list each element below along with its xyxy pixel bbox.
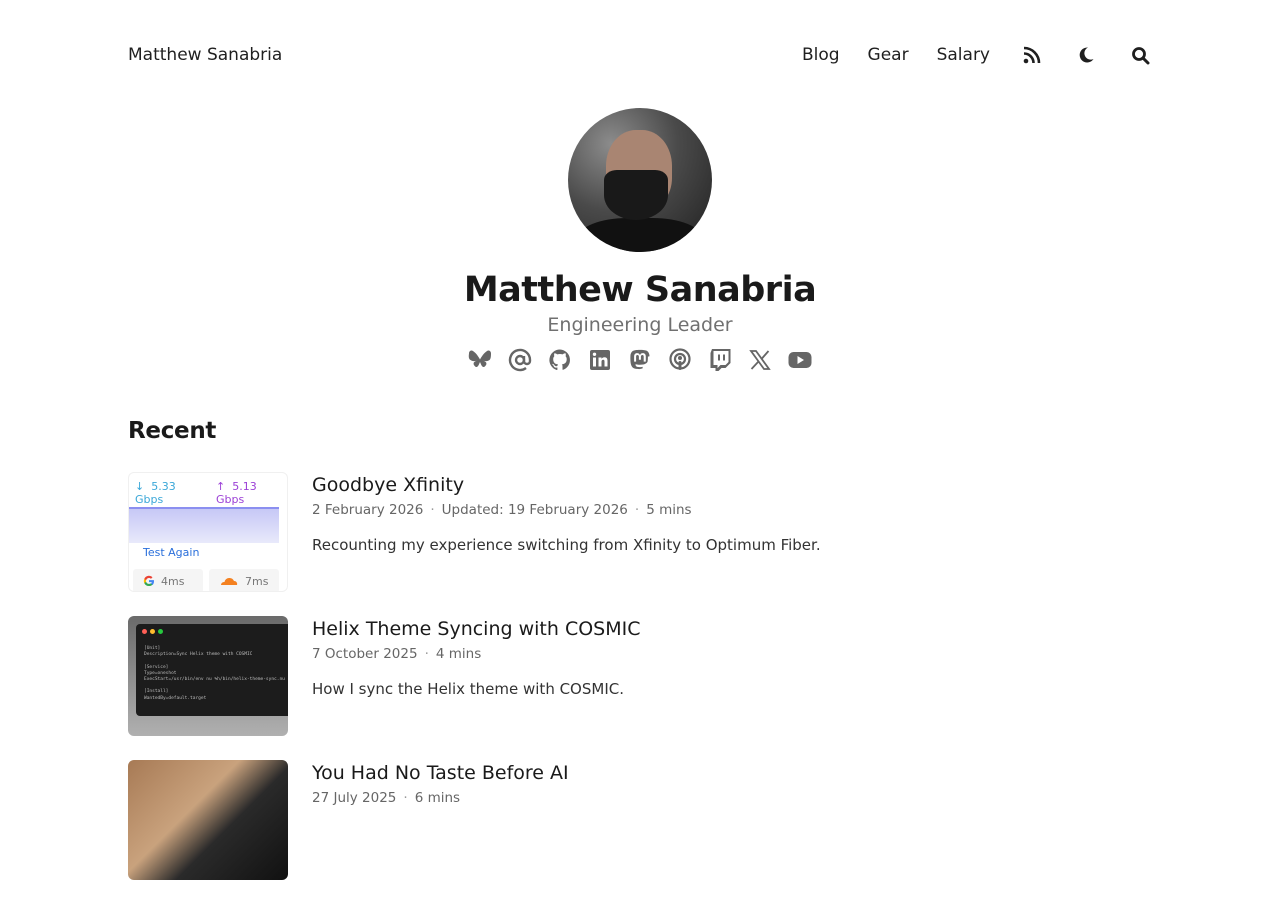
post-read-time: 6 mins xyxy=(414,790,461,806)
email-icon[interactable] xyxy=(508,348,532,372)
post-read-time: 5 mins xyxy=(646,502,692,518)
list-item: You Had No Taste Before AI 27 July 2025 ·… xyxy=(128,760,1152,880)
social-links xyxy=(0,348,1280,372)
post-date: 7 October 2025 xyxy=(312,646,418,662)
main-nav: Blog Gear Salary xyxy=(774,43,1152,67)
post-description: How I sync the Helix theme with COSMIC. xyxy=(312,680,624,698)
list-item: [Unit] Description=Sync Helix theme with… xyxy=(128,616,1152,736)
download-speed: ↓ 5.33 Gbps xyxy=(135,480,176,506)
post-thumbnail[interactable] xyxy=(128,760,288,880)
post-meta: 7 October 2025 · 4 mins xyxy=(312,646,482,662)
cloudflare-ping: 7ms xyxy=(209,569,279,591)
profile: Matthew Sanabria Engineering Leader xyxy=(0,108,1280,372)
github-icon[interactable] xyxy=(548,348,572,372)
nav-salary[interactable]: Salary xyxy=(937,45,990,65)
x-icon[interactable] xyxy=(748,348,772,372)
site-header: Matthew Sanabria Blog Gear Salary xyxy=(128,36,1152,74)
avatar xyxy=(568,108,712,252)
post-body: Helix Theme Syncing with COSMIC 7 Octobe… xyxy=(312,616,641,736)
bluesky-icon[interactable] xyxy=(468,348,492,372)
post-thumbnail[interactable]: ↓ 5.33 Gbps ↑ 5.13 Gbps Test Again 4ms 7… xyxy=(128,472,288,592)
profile-tagline: Engineering Leader xyxy=(547,314,733,336)
post-title-link[interactable]: You Had No Taste Before AI xyxy=(312,762,569,784)
profile-name: Matthew Sanabria xyxy=(463,270,817,310)
youtube-icon[interactable] xyxy=(788,348,812,372)
post-meta: 2 February 2026 · Updated: 19 February 202… xyxy=(312,502,692,518)
twitch-icon[interactable] xyxy=(708,348,732,372)
speed-graph xyxy=(129,507,279,543)
post-updated: Updated: 19 February 2026 xyxy=(441,502,628,518)
post-meta: 27 July 2025 · 6 mins xyxy=(312,790,461,806)
recent-heading: Recent xyxy=(128,418,217,444)
nav-blog[interactable]: Blog xyxy=(802,45,840,65)
terminal-image: [Unit] Description=Sync Helix theme with… xyxy=(136,624,288,716)
google-ping: 4ms xyxy=(133,569,203,591)
mastodon-icon[interactable] xyxy=(628,348,652,372)
site-name-link[interactable]: Matthew Sanabria xyxy=(128,45,282,65)
upload-speed: ↑ 5.13 Gbps xyxy=(216,480,257,506)
linkedin-icon[interactable] xyxy=(588,348,612,372)
post-thumbnail[interactable]: [Unit] Description=Sync Helix theme with… xyxy=(128,616,288,736)
post-title-link[interactable]: Helix Theme Syncing with COSMIC xyxy=(312,618,641,640)
moon-icon[interactable] xyxy=(1074,43,1098,67)
list-item: ↓ 5.33 Gbps ↑ 5.13 Gbps Test Again 4ms 7… xyxy=(128,472,1152,592)
post-body: You Had No Taste Before AI 27 July 2025 ·… xyxy=(312,760,569,880)
post-title-link[interactable]: Goodbye Xfinity xyxy=(312,474,821,496)
post-read-time: 4 mins xyxy=(435,646,482,662)
search-icon[interactable] xyxy=(1128,43,1152,67)
post-date: 2 February 2026 xyxy=(312,502,424,518)
podcast-icon[interactable] xyxy=(668,348,692,372)
post-description: Recounting my experience switching from … xyxy=(312,536,821,554)
post-date: 27 July 2025 xyxy=(312,790,397,806)
rss-icon[interactable] xyxy=(1020,43,1044,67)
nav-gear[interactable]: Gear xyxy=(868,45,909,65)
post-body: Goodbye Xfinity 2 February 2026 · Updated:… xyxy=(312,472,821,592)
post-list: ↓ 5.33 Gbps ↑ 5.13 Gbps Test Again 4ms 7… xyxy=(128,472,1152,904)
test-again-label: Test Again xyxy=(143,546,200,559)
